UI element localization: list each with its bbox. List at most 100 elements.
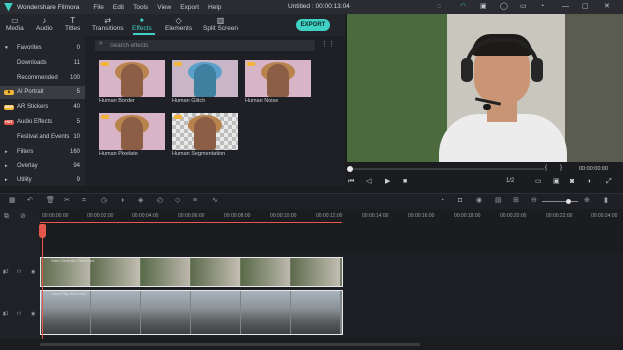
- effect-thumb-human-segmentation[interactable]: [172, 113, 238, 150]
- tab-audio[interactable]: ♪ Audio: [36, 16, 53, 32]
- menu-help[interactable]: Help: [208, 4, 221, 11]
- keyframe-icon[interactable]: ◈: [138, 197, 143, 205]
- sidebar-item-recommended[interactable]: Recommended 100: [0, 72, 85, 85]
- tab-split-screen[interactable]: ▥ Split Screen: [203, 16, 238, 32]
- audio-waveform-icon[interactable]: ∿: [212, 197, 218, 205]
- chevron-right-icon: ▸: [5, 149, 8, 155]
- sidebar-item-festival-events[interactable]: Festival and Events 10: [0, 131, 85, 144]
- sidebar-item-ar-stickers[interactable]: NEW AR Stickers 40: [0, 101, 85, 114]
- lock-icon[interactable]: ⊓: [17, 311, 21, 317]
- play-icon[interactable]: ▶: [385, 178, 390, 186]
- mark-out-icon[interactable]: }: [560, 164, 562, 172]
- ruler-tick: 00:00:00:00: [42, 213, 69, 219]
- tab-elements[interactable]: ◇ Elements: [165, 16, 192, 32]
- eye-icon[interactable]: ◉: [31, 311, 35, 317]
- timeline-settings-icon[interactable]: ▮: [604, 197, 608, 205]
- mark-in-icon[interactable]: {: [545, 164, 547, 172]
- menu-edit[interactable]: Edit: [113, 4, 124, 11]
- split-icon[interactable]: ⊞: [513, 197, 519, 205]
- zoom-slider-handle[interactable]: [566, 199, 571, 204]
- ruler-tick: 00:00:04:00: [132, 213, 159, 219]
- prev-frame-icon[interactable]: ◁: [366, 178, 371, 186]
- grid-view-icon[interactable]: ⋮⋮: [321, 40, 335, 48]
- tab-titles[interactable]: T Titles: [65, 16, 80, 32]
- ruler-tick: 00:00:18:00: [454, 213, 481, 219]
- export-button[interactable]: EXPORT: [296, 19, 330, 31]
- seek-bar[interactable]: [349, 168, 544, 170]
- adjust-icon[interactable]: ≡: [193, 197, 197, 205]
- ruler-tick: 00:00:20:00: [500, 213, 527, 219]
- monitor-icon[interactable]: ▭: [535, 178, 542, 186]
- track-number-icon: ▮2: [3, 269, 9, 275]
- crown-icon: ♛: [4, 90, 14, 95]
- effect-thumb-human-glitch[interactable]: [172, 60, 238, 97]
- menu-tools[interactable]: Tools: [133, 4, 148, 11]
- menu-export[interactable]: Export: [180, 4, 199, 11]
- grid-icon[interactable]: ▦: [9, 197, 16, 205]
- volume-icon[interactable]: ◐: [588, 178, 592, 186]
- lightbulb-icon[interactable]: ◌: [437, 3, 441, 11]
- menu-file[interactable]: File: [93, 4, 103, 11]
- effect-thumb-human-noise[interactable]: [245, 60, 311, 97]
- sidebar-item-audio-effects[interactable]: HOT Audio Effects 5: [0, 116, 85, 129]
- sparkle-icon: ✦: [138, 16, 146, 25]
- ruler-tick: 00:00:12:00: [316, 213, 343, 219]
- lock-icon[interactable]: ⊓: [17, 269, 21, 275]
- save-icon[interactable]: ▭: [520, 3, 527, 11]
- filmora-logo-icon: [4, 2, 13, 12]
- maximize-icon[interactable]: ▢: [582, 3, 589, 11]
- menu-view[interactable]: View: [157, 4, 171, 11]
- step-back-icon[interactable]: ⏮: [348, 178, 354, 186]
- playback-quality-select[interactable]: 1/2: [506, 178, 514, 184]
- motion-icon[interactable]: ◇: [175, 197, 180, 205]
- sidebar-item-ai-portrait[interactable]: ♛ AI Portrait 5: [0, 86, 85, 99]
- cut-icon[interactable]: ✂: [64, 197, 70, 205]
- tab-media[interactable]: ▭ Media: [6, 16, 24, 32]
- render-preview-icon[interactable]: ◔: [440, 197, 444, 205]
- close-icon[interactable]: ✕: [604, 3, 610, 11]
- speed-icon[interactable]: ◷: [101, 197, 107, 205]
- sidebar-item-downloads[interactable]: Downloads 11: [0, 57, 85, 70]
- zoom-in-icon[interactable]: ⊕: [584, 197, 590, 205]
- video-clip-bottom[interactable]: Game Play Video.mp4: [40, 290, 343, 335]
- color-icon[interactable]: ◑: [120, 197, 124, 205]
- playhead-handle[interactable]: [39, 224, 46, 238]
- snapshot-icon[interactable]: ◙: [570, 178, 574, 186]
- microphone-icon[interactable]: ◉: [476, 197, 482, 205]
- sidebar-item-filters[interactable]: ▸ Filters 160: [0, 146, 85, 159]
- sidebar-item-overlay[interactable]: ▸ Overlay 94: [0, 160, 85, 173]
- new-badge: NEW: [4, 105, 14, 110]
- video-clip-top[interactable]: Video Generator Video.mp4: [40, 257, 343, 287]
- account-icon[interactable]: ◯: [500, 3, 508, 11]
- sidebar-item-utility[interactable]: ▸ Utility 9: [0, 174, 85, 187]
- support-headset-icon[interactable]: ◠: [460, 3, 466, 11]
- notification-icon[interactable]: ◔: [540, 3, 544, 11]
- sidebar-item-favorites[interactable]: ♥ Favorites 0: [0, 42, 85, 55]
- seek-handle[interactable]: [347, 166, 353, 172]
- zoom-out-icon[interactable]: ⊖: [531, 197, 537, 205]
- search-input[interactable]: [110, 40, 260, 51]
- timeline-scrollbar[interactable]: [40, 343, 420, 346]
- zoom-slider[interactable]: [542, 201, 578, 202]
- eye-icon[interactable]: ◉: [31, 269, 35, 275]
- voiceover-icon[interactable]: ▤: [495, 197, 502, 205]
- clip-name: Game Play Video.mp4: [51, 292, 86, 296]
- crop-icon[interactable]: ⌗: [82, 197, 86, 205]
- tab-effects[interactable]: ✦ Effects: [132, 16, 152, 32]
- shapes-icon: ◇: [175, 16, 182, 25]
- fullscreen-icon[interactable]: ⤢: [606, 178, 612, 186]
- add-track-icon[interactable]: ⧉: [4, 213, 9, 221]
- undo-icon[interactable]: ↶: [27, 197, 33, 205]
- stop-icon[interactable]: ■: [403, 178, 407, 186]
- effect-thumb-human-pixelate[interactable]: [99, 113, 165, 150]
- shield-icon[interactable]: ◘: [458, 197, 462, 205]
- gift-icon[interactable]: ▣: [480, 3, 487, 11]
- render-icon[interactable]: ▣: [553, 178, 560, 186]
- effect-thumb-human-border[interactable]: [99, 60, 165, 97]
- tab-transitions[interactable]: ⇄ Transitions: [92, 16, 124, 32]
- minimize-icon[interactable]: —: [562, 3, 569, 11]
- effect-label: Human Glitch: [172, 98, 206, 104]
- link-icon[interactable]: ⊘: [20, 213, 26, 221]
- timer-icon[interactable]: ◴: [157, 197, 163, 205]
- delete-icon[interactable]: 🗑: [46, 197, 55, 205]
